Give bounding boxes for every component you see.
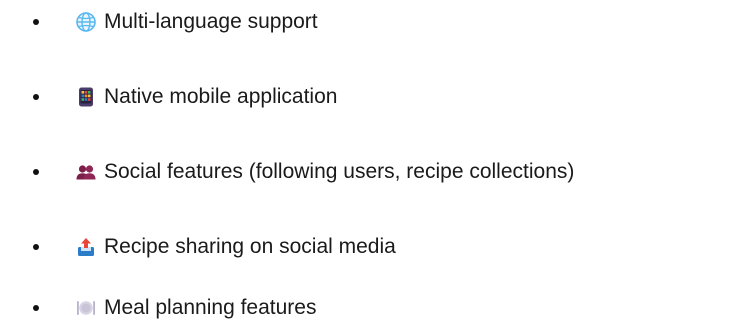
feature-item-social: Social features (following users, recipe… xyxy=(0,152,748,192)
feature-label: Social features (following users, recipe… xyxy=(104,160,575,183)
mobile-app-icon xyxy=(75,86,97,108)
feature-label: Native mobile application xyxy=(104,85,338,108)
globe-icon xyxy=(75,11,97,33)
bullet xyxy=(33,305,39,311)
people-icon xyxy=(75,161,97,183)
feature-item-meal-planning: Meal planning features xyxy=(0,288,748,328)
bullet xyxy=(33,244,39,250)
bullet xyxy=(33,94,39,100)
bullet xyxy=(33,19,39,25)
feature-item-multi-language: Multi-language support xyxy=(0,2,748,42)
share-outbox-icon xyxy=(75,236,97,258)
bullet xyxy=(33,169,39,175)
feature-label: Recipe sharing on social media xyxy=(104,235,396,258)
feature-label: Meal planning features xyxy=(104,296,317,319)
feature-item-mobile-app: Native mobile application xyxy=(0,77,748,117)
feature-label: Multi-language support xyxy=(104,10,318,33)
feature-item-recipe-sharing: Recipe sharing on social media xyxy=(0,227,748,267)
plate-cutlery-icon xyxy=(75,297,97,319)
